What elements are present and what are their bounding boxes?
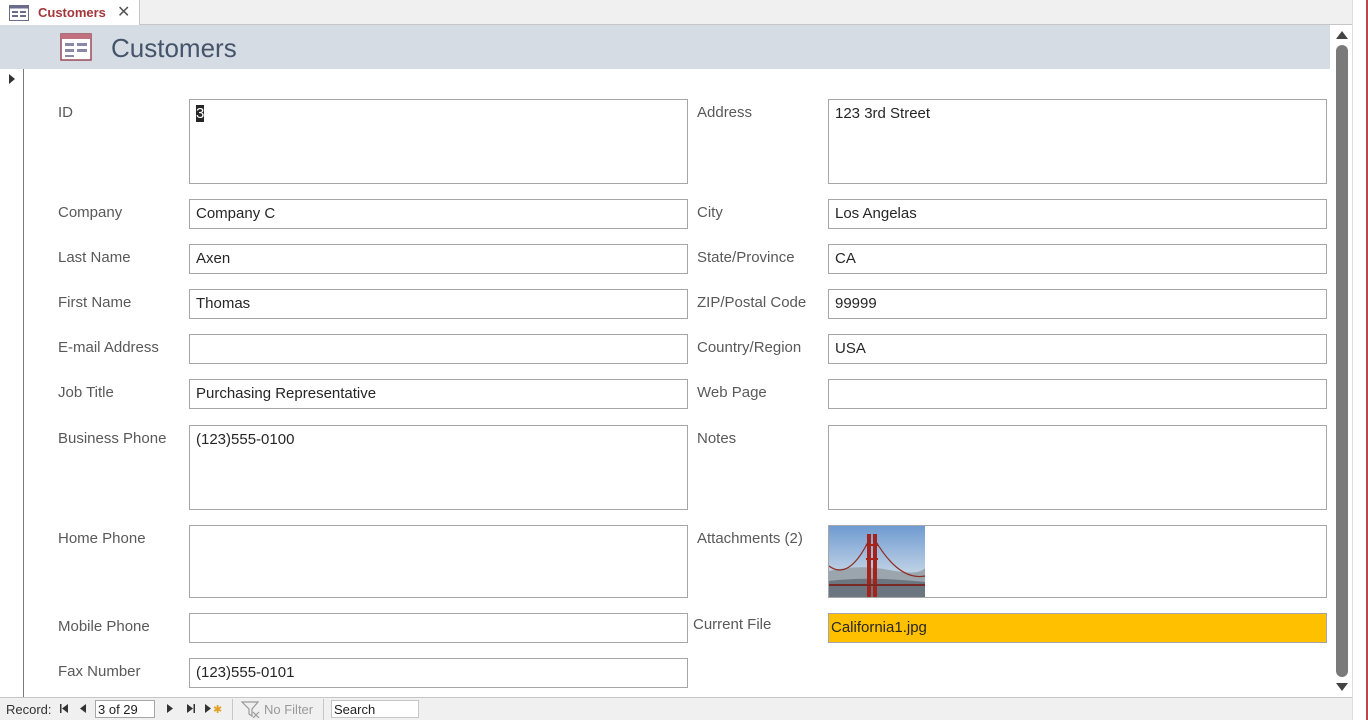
last-name-label: Last Name [58,249,131,266]
attachments-label: Attachments (2) [697,530,803,547]
state-label: State/Province [697,249,795,266]
id-value: 3 [196,105,205,122]
document-tab-strip: Customers ✕ [0,0,1368,25]
email-field[interactable] [189,334,688,364]
svg-text:✱: ✱ [213,703,222,716]
notes-label: Notes [697,430,737,447]
company-field[interactable]: Company C [189,199,688,229]
next-record-button[interactable] [163,701,177,716]
web-page-field[interactable] [828,379,1327,409]
city-label: City [697,204,723,221]
filter-icon [240,701,261,721]
record-selector[interactable] [0,69,24,697]
company-label: Company [58,204,123,221]
tab-label: Customers [38,5,106,20]
scroll-up-icon[interactable] [1336,31,1348,39]
current-file-field[interactable]: California1.jpg [828,613,1327,643]
address-label: Address [697,104,753,121]
zip-label: ZIP/Postal Code [697,294,807,311]
state-field[interactable]: CA [828,244,1327,274]
email-label: E-mail Address [58,339,159,356]
search-input[interactable]: Search [331,700,419,718]
job-title-label: Job Title [58,384,114,401]
filter-toggle[interactable]: No Filter [232,699,324,720]
fax-number-field[interactable]: (123)555-0101 [189,658,688,688]
web-page-label: Web Page [697,384,767,401]
first-name-field[interactable]: Thomas [189,289,688,319]
new-record-button[interactable]: ✱ [203,701,223,716]
current-record-icon [9,74,15,84]
form-header: Customers [0,25,1330,69]
home-phone-label: Home Phone [58,530,146,547]
form-icon [9,4,29,21]
notes-field[interactable] [828,425,1327,510]
window-edge [1352,0,1368,720]
attachment-thumbnail[interactable] [829,526,925,597]
close-icon[interactable]: ✕ [117,2,130,22]
attachments-field[interactable] [828,525,1327,598]
scroll-down-icon[interactable] [1336,683,1348,691]
city-field[interactable]: Los Angelas [828,199,1327,229]
job-title-field[interactable]: Purchasing Representative [189,379,688,409]
scrollbar-thumb[interactable] [1336,45,1348,677]
id-field[interactable]: 3 [189,99,688,184]
record-navigation-bar: Record: 3 of 29 ✱ No Filter Search [0,697,1352,720]
fax-number-label: Fax Number [58,663,141,680]
address-field[interactable]: 123 3rd Street [828,99,1327,184]
record-label: Record: [6,702,52,717]
first-name-label: First Name [58,294,132,311]
last-name-field[interactable]: Axen [189,244,688,274]
business-phone-label: Business Phone [58,430,167,447]
zip-field[interactable]: 99999 [828,289,1327,319]
mobile-phone-label: Mobile Phone [58,618,150,635]
filter-status: No Filter [264,702,314,717]
id-label: ID [58,104,73,121]
current-record-input[interactable]: 3 of 29 [95,700,155,718]
home-phone-field[interactable] [189,525,688,598]
form-icon [60,33,92,61]
page-title: Customers [111,33,237,63]
mobile-phone-field[interactable] [189,613,688,643]
vertical-scrollbar[interactable] [1330,25,1352,697]
current-file-label: Current File [693,616,772,633]
previous-record-button[interactable] [76,701,90,716]
last-record-button[interactable] [184,701,198,716]
country-field[interactable]: USA [828,334,1327,364]
business-phone-field[interactable]: (123)555-0100 [189,425,688,510]
first-record-button[interactable] [57,701,71,716]
tab-customers[interactable]: Customers ✕ [0,0,140,25]
country-label: Country/Region [697,339,802,356]
